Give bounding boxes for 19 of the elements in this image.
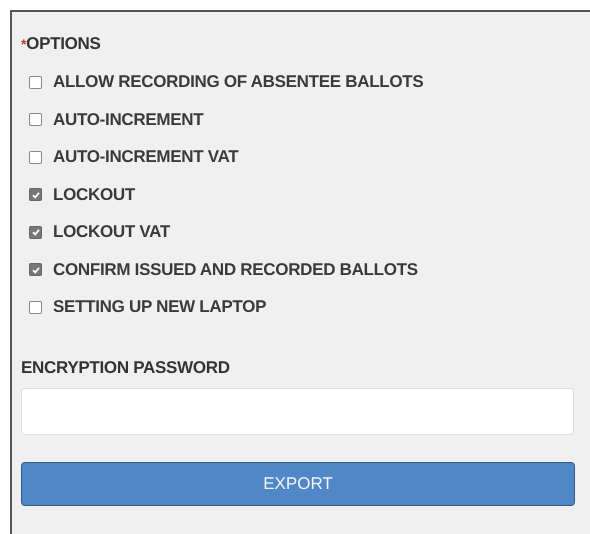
- export-button[interactable]: EXPORT: [21, 462, 575, 506]
- required-mark: *: [21, 36, 26, 52]
- checkbox[interactable]: [29, 113, 42, 126]
- checkbox[interactable]: [29, 188, 42, 201]
- checkbox-label: ALLOW RECORDING OF ABSENTEE BALLOTS: [53, 72, 424, 92]
- checkbox-label: LOCKOUT: [53, 184, 135, 204]
- checkbox-label: CONFIRM ISSUED AND RECORDED BALLOTS: [53, 260, 418, 280]
- checkbox-label: SETTING UP NEW LAPTOP: [53, 297, 266, 317]
- checkbox[interactable]: [29, 76, 42, 88]
- checkbox-label: AUTO-INCREMENT: [53, 110, 204, 130]
- checkbox-label: LOCKOUT VAT: [53, 222, 170, 242]
- checkbox[interactable]: [29, 263, 42, 276]
- field-label: ENCRYPTION PASSWORD: [21, 358, 231, 378]
- checkbox[interactable]: [29, 226, 42, 238]
- checkbox[interactable]: [29, 150, 42, 164]
- checkbox[interactable]: [29, 300, 42, 314]
- section-label: OPTIONS: [26, 34, 101, 53]
- password-field[interactable]: [21, 388, 574, 435]
- checkbox-label: AUTO-INCREMENT VAT: [53, 147, 238, 167]
